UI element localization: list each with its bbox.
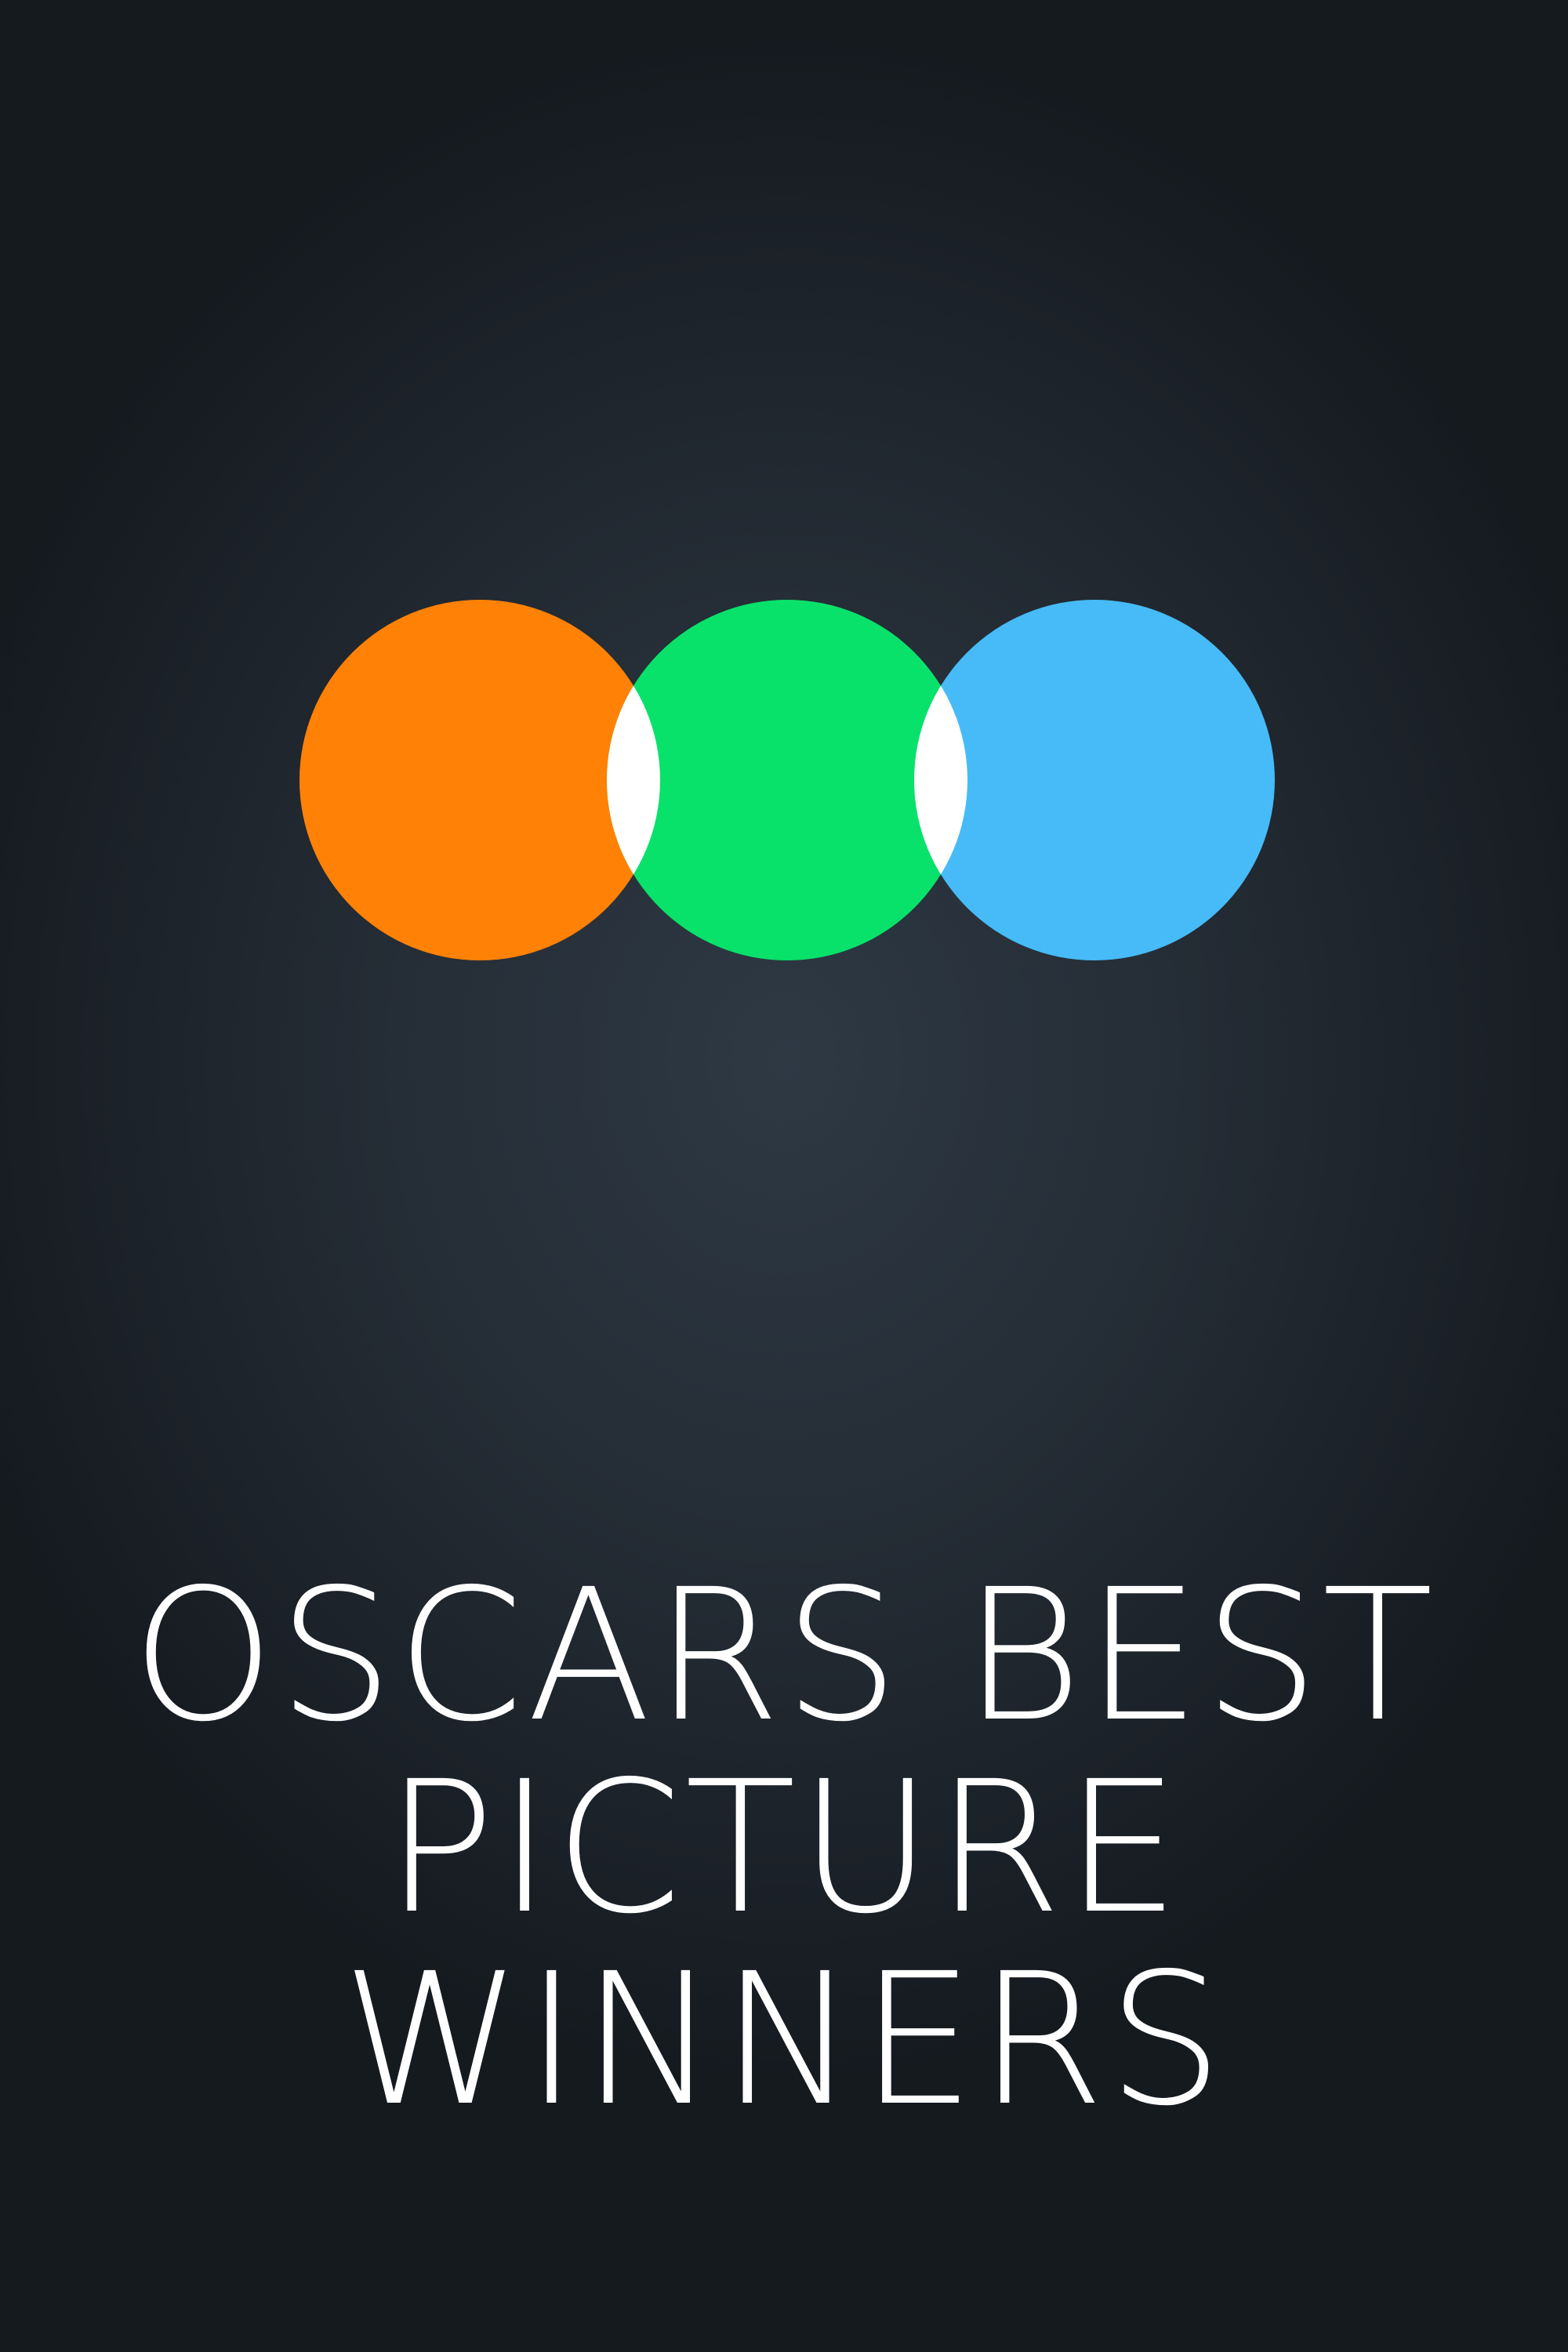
poster-title: OSCARS BEST PICTURE WINNERS: [0, 1560, 1568, 2136]
poster: OSCARS BEST PICTURE WINNERS: [0, 0, 1568, 2352]
blue-circle: [914, 600, 1275, 960]
orange-circle: [299, 600, 660, 960]
title-line-3: WINNERS: [342, 1934, 1226, 2146]
title-line-2: PICTURE: [385, 1742, 1183, 1954]
green-circle: [607, 600, 967, 960]
title-line-1: OSCARS BEST: [131, 1550, 1437, 1762]
